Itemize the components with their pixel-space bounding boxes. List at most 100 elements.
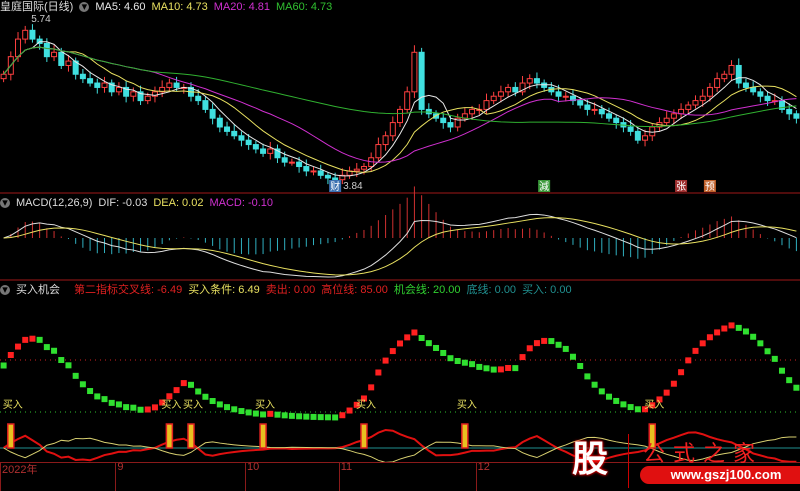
trend-down-block bbox=[43, 344, 50, 351]
candle-up bbox=[663, 117, 670, 124]
candle-up bbox=[65, 60, 72, 66]
candle-down bbox=[216, 117, 223, 128]
trend-down-block bbox=[101, 396, 108, 403]
x-axis-tick bbox=[338, 463, 340, 491]
candle-up bbox=[144, 95, 151, 102]
candle-down bbox=[79, 73, 86, 80]
candle-down bbox=[87, 78, 94, 84]
trend-down-block bbox=[79, 381, 86, 388]
trend-down-block bbox=[0, 362, 7, 369]
candle-down bbox=[43, 42, 50, 58]
buy-signal-label: 买入 bbox=[255, 399, 275, 411]
candle-up bbox=[15, 38, 22, 58]
buy-signal-label: 买入 bbox=[457, 399, 477, 411]
sell-value: 卖出: 0.00 bbox=[265, 284, 316, 296]
trend-down-block bbox=[598, 388, 605, 395]
candle-down bbox=[317, 170, 324, 176]
trend-down-block bbox=[613, 397, 620, 404]
candle-down bbox=[94, 82, 101, 88]
candle-up bbox=[483, 100, 490, 110]
candle-up bbox=[670, 113, 677, 119]
signal-title: 买入机会 bbox=[16, 284, 60, 296]
candle-up bbox=[411, 51, 418, 93]
candle-up bbox=[389, 122, 396, 137]
x-axis-label: 12 bbox=[477, 461, 490, 473]
candle-up bbox=[526, 78, 533, 84]
trend-down-block bbox=[51, 347, 58, 354]
x-axis-label: 2022年 bbox=[2, 464, 38, 476]
dropdown-icon[interactable]: ▾ bbox=[0, 198, 10, 209]
trend-up-block bbox=[505, 364, 512, 371]
trend-down-block bbox=[108, 399, 115, 406]
event-marker-text: 张 bbox=[676, 181, 686, 193]
candle-up bbox=[562, 95, 569, 98]
trend-up-block bbox=[29, 335, 36, 342]
candle-up bbox=[591, 108, 598, 111]
candle-up bbox=[685, 104, 692, 110]
trend-up-block bbox=[541, 337, 548, 344]
trend-down-block bbox=[115, 401, 122, 408]
trend-up-block bbox=[151, 404, 158, 411]
candle-up bbox=[397, 108, 403, 124]
trend-down-block bbox=[606, 393, 613, 400]
ma20-line bbox=[3, 46, 797, 163]
candle-down bbox=[260, 148, 267, 154]
candle-down bbox=[195, 95, 202, 102]
trend-down-block bbox=[742, 328, 749, 335]
trend-up-block bbox=[15, 343, 22, 350]
trend-up-block bbox=[267, 410, 274, 417]
buy-signal-bar bbox=[259, 423, 267, 449]
candle-up bbox=[288, 161, 295, 164]
buy-signal-bar bbox=[187, 423, 195, 449]
ma10-value: MA10: 4.73 bbox=[151, 1, 208, 13]
ma60-value: MA60: 4.73 bbox=[276, 1, 333, 13]
trend-down-block bbox=[469, 361, 476, 368]
trend-up-block bbox=[728, 322, 735, 329]
candle-up bbox=[22, 29, 29, 40]
trend-down-block bbox=[310, 413, 317, 420]
trend-down-block bbox=[94, 393, 101, 400]
candle-down bbox=[303, 166, 310, 172]
candle-up bbox=[505, 86, 512, 93]
candle-down bbox=[742, 82, 749, 88]
trend-down-block bbox=[433, 344, 440, 351]
trend-up-block bbox=[699, 340, 706, 347]
trend-up-block bbox=[389, 348, 396, 355]
buy-signal-label: 买入 bbox=[3, 399, 23, 411]
candle-down bbox=[584, 104, 591, 110]
trend-down-block bbox=[562, 345, 569, 352]
trend-down-block bbox=[786, 377, 793, 384]
dropdown-icon[interactable]: ▾ bbox=[0, 285, 10, 296]
candle-down bbox=[613, 117, 620, 124]
trend-down-block bbox=[620, 401, 627, 408]
trend-down-block bbox=[490, 366, 497, 373]
x-axis-label: 9 bbox=[117, 461, 124, 473]
trend-up-block bbox=[397, 340, 403, 347]
trend-up-block bbox=[404, 334, 411, 341]
trend-down-block bbox=[123, 404, 130, 411]
trend-down-block bbox=[245, 409, 252, 416]
candle-down bbox=[224, 126, 231, 132]
candle-down bbox=[173, 82, 180, 88]
x-axis-tick bbox=[0, 463, 1, 491]
trend-down-block bbox=[238, 408, 245, 415]
trend-down-block bbox=[72, 372, 79, 379]
candle-up bbox=[115, 86, 122, 93]
trend-down-block bbox=[87, 388, 94, 395]
trend-down-block bbox=[260, 411, 267, 418]
candle-up bbox=[310, 170, 317, 173]
trend-down-block bbox=[793, 384, 800, 391]
price-header: 皇庭国际(日线) ▾ MA5: 4.60 MA10: 4.73 MA20: 4.… bbox=[0, 0, 332, 14]
candle-down bbox=[281, 157, 288, 163]
chart-canvas: 5.743.84财減张预买入 买入 买入 买入 买入 买入 买入 bbox=[0, 14, 800, 462]
candle-down bbox=[598, 108, 605, 115]
trend-down-block bbox=[591, 381, 598, 388]
macd-title: MACD(12,26,9) bbox=[16, 197, 93, 209]
signal-header: ▾ 买入机会 第二指标交叉线: -6.49 买入条件: 6.49 卖出: 0.0… bbox=[0, 283, 572, 297]
trend-down-block bbox=[447, 355, 454, 362]
trend-up-block bbox=[339, 412, 346, 419]
logo-badge: 股 bbox=[571, 438, 608, 479]
cond-value: 买入条件: 6.49 bbox=[188, 284, 260, 296]
dropdown-icon[interactable]: ▾ bbox=[79, 2, 90, 13]
candle-down bbox=[252, 144, 259, 150]
